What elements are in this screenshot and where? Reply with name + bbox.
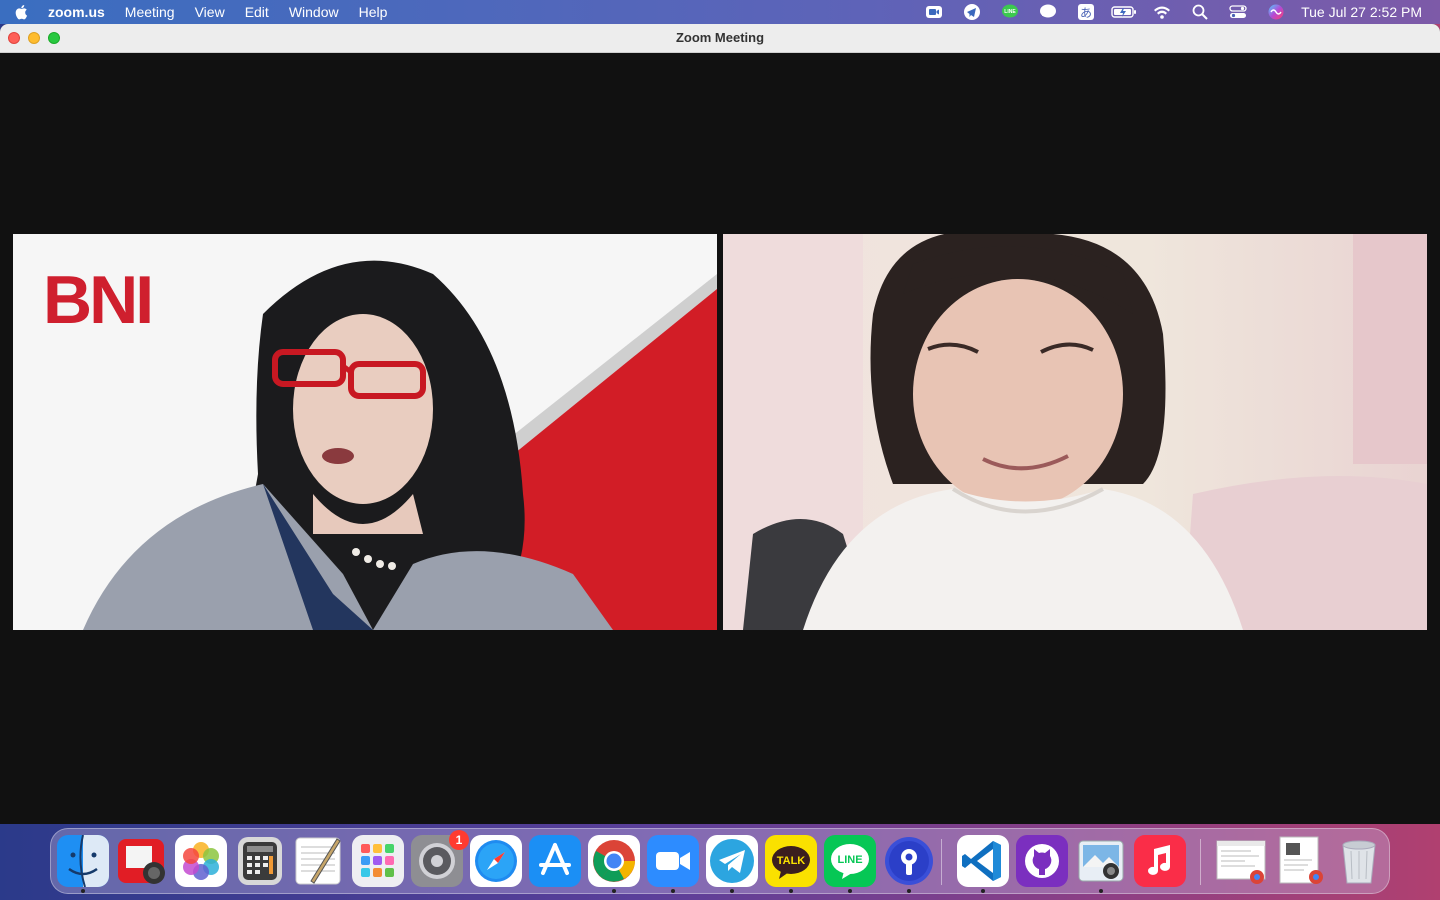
- zoom-icon: [647, 835, 699, 887]
- app-store-icon: [529, 835, 581, 887]
- dock-app-photos[interactable]: [175, 835, 227, 887]
- chrome-window-thumbnail-icon: [1216, 840, 1266, 884]
- dock-app-preview[interactable]: [1075, 835, 1127, 893]
- running-indicator: [730, 889, 734, 893]
- menu-bar: zoom.us Meeting View Edit Window Help LI…: [0, 0, 1440, 24]
- dock: 1 TALK LINE: [50, 828, 1390, 894]
- dock-app-photo-booth[interactable]: [116, 835, 168, 887]
- kakaotalk-label: TALK: [777, 855, 806, 867]
- safari-icon: [470, 835, 522, 887]
- chrome-icon: [588, 835, 640, 887]
- menu-view[interactable]: View: [185, 0, 235, 24]
- dock-app-trash[interactable]: [1333, 835, 1385, 887]
- siri-icon[interactable]: [1257, 0, 1295, 24]
- line-label: LINE: [837, 854, 862, 866]
- music-icon: [1134, 835, 1186, 887]
- dock-separator: [941, 839, 942, 885]
- dock-app-app-store[interactable]: [529, 835, 581, 887]
- dock-app-finder[interactable]: [57, 835, 109, 893]
- zoom-meeting-window: Zoom Meeting BNI: [0, 24, 1440, 824]
- running-indicator: [612, 889, 616, 893]
- menu-meeting[interactable]: Meeting: [115, 0, 185, 24]
- participant-2-video-frame: [723, 234, 1427, 630]
- line-status-icon[interactable]: LINE: [991, 0, 1029, 24]
- preview-icon: [1078, 840, 1124, 882]
- wifi-icon[interactable]: [1143, 0, 1181, 24]
- dock-app-vscode[interactable]: [957, 835, 1009, 893]
- svg-text:あ: あ: [1080, 6, 1092, 20]
- messages-status-icon[interactable]: [1029, 0, 1067, 24]
- dock-minimized-chrome-window-2[interactable]: [1274, 835, 1326, 887]
- menubar-clock[interactable]: Tue Jul 27 2:52 PM: [1295, 4, 1440, 20]
- dock-separator: [1200, 839, 1201, 885]
- telegram-status-icon[interactable]: [953, 0, 991, 24]
- participant-video-tile-2[interactable]: [723, 234, 1427, 630]
- calculator-icon: [238, 837, 282, 885]
- dock-app-telegram[interactable]: [706, 835, 758, 893]
- keybase-icon: [885, 837, 933, 885]
- running-indicator: [848, 889, 852, 893]
- dock-app-safari[interactable]: [470, 835, 522, 887]
- launchpad-icon: [352, 835, 404, 887]
- finder-icon: [57, 835, 109, 887]
- kakaotalk-icon: TALK: [765, 835, 817, 887]
- vscode-icon: [957, 835, 1009, 887]
- dock-app-keybase[interactable]: [883, 835, 935, 893]
- participant-video-tile-1[interactable]: BNI: [13, 234, 717, 630]
- dock-minimized-chrome-window-1[interactable]: [1215, 835, 1267, 887]
- zoom-status-icon[interactable]: [915, 0, 953, 24]
- menu-window[interactable]: Window: [279, 0, 349, 24]
- dock-app-launchpad[interactable]: [352, 835, 404, 887]
- bni-logo: BNI: [43, 262, 154, 338]
- input-method-icon[interactable]: あ: [1067, 0, 1105, 24]
- window-title: Zoom Meeting: [675, 30, 765, 45]
- textedit-icon: [295, 837, 341, 885]
- notification-badge: 1: [449, 830, 469, 850]
- window-titlebar[interactable]: Zoom Meeting: [0, 24, 1440, 53]
- apple-menu-icon[interactable]: [0, 4, 42, 20]
- battery-icon[interactable]: [1105, 0, 1143, 24]
- running-indicator: [81, 889, 85, 893]
- dock-app-line[interactable]: LINE: [824, 835, 876, 893]
- control-center-icon[interactable]: [1219, 0, 1257, 24]
- trash-icon: [1342, 840, 1376, 884]
- menu-edit[interactable]: Edit: [235, 0, 279, 24]
- app-menu-zoom[interactable]: zoom.us: [42, 0, 115, 24]
- telegram-icon: [706, 835, 758, 887]
- running-indicator: [1099, 889, 1103, 893]
- running-indicator: [981, 889, 985, 893]
- running-indicator: [907, 889, 911, 893]
- svg-text:LINE: LINE: [1004, 9, 1016, 15]
- running-indicator: [671, 889, 675, 893]
- chrome-window-thumbnail-icon: [1279, 836, 1323, 884]
- menu-help[interactable]: Help: [349, 0, 398, 24]
- github-desktop-icon: [1016, 835, 1068, 887]
- spotlight-search-icon[interactable]: [1181, 0, 1219, 24]
- photos-icon: [175, 835, 227, 887]
- dock-app-textedit[interactable]: [293, 835, 345, 887]
- line-icon: LINE: [824, 835, 876, 887]
- dock-app-kakaotalk[interactable]: TALK: [765, 835, 817, 893]
- running-indicator: [789, 889, 793, 893]
- dock-app-google-chrome[interactable]: [588, 835, 640, 893]
- photo-booth-icon: [118, 839, 165, 884]
- dock-app-github-desktop[interactable]: [1016, 835, 1068, 887]
- dock-app-zoom[interactable]: [647, 835, 699, 893]
- dock-app-music[interactable]: [1134, 835, 1186, 887]
- dock-app-calculator[interactable]: [234, 835, 286, 887]
- dock-app-system-preferences[interactable]: 1: [411, 830, 469, 887]
